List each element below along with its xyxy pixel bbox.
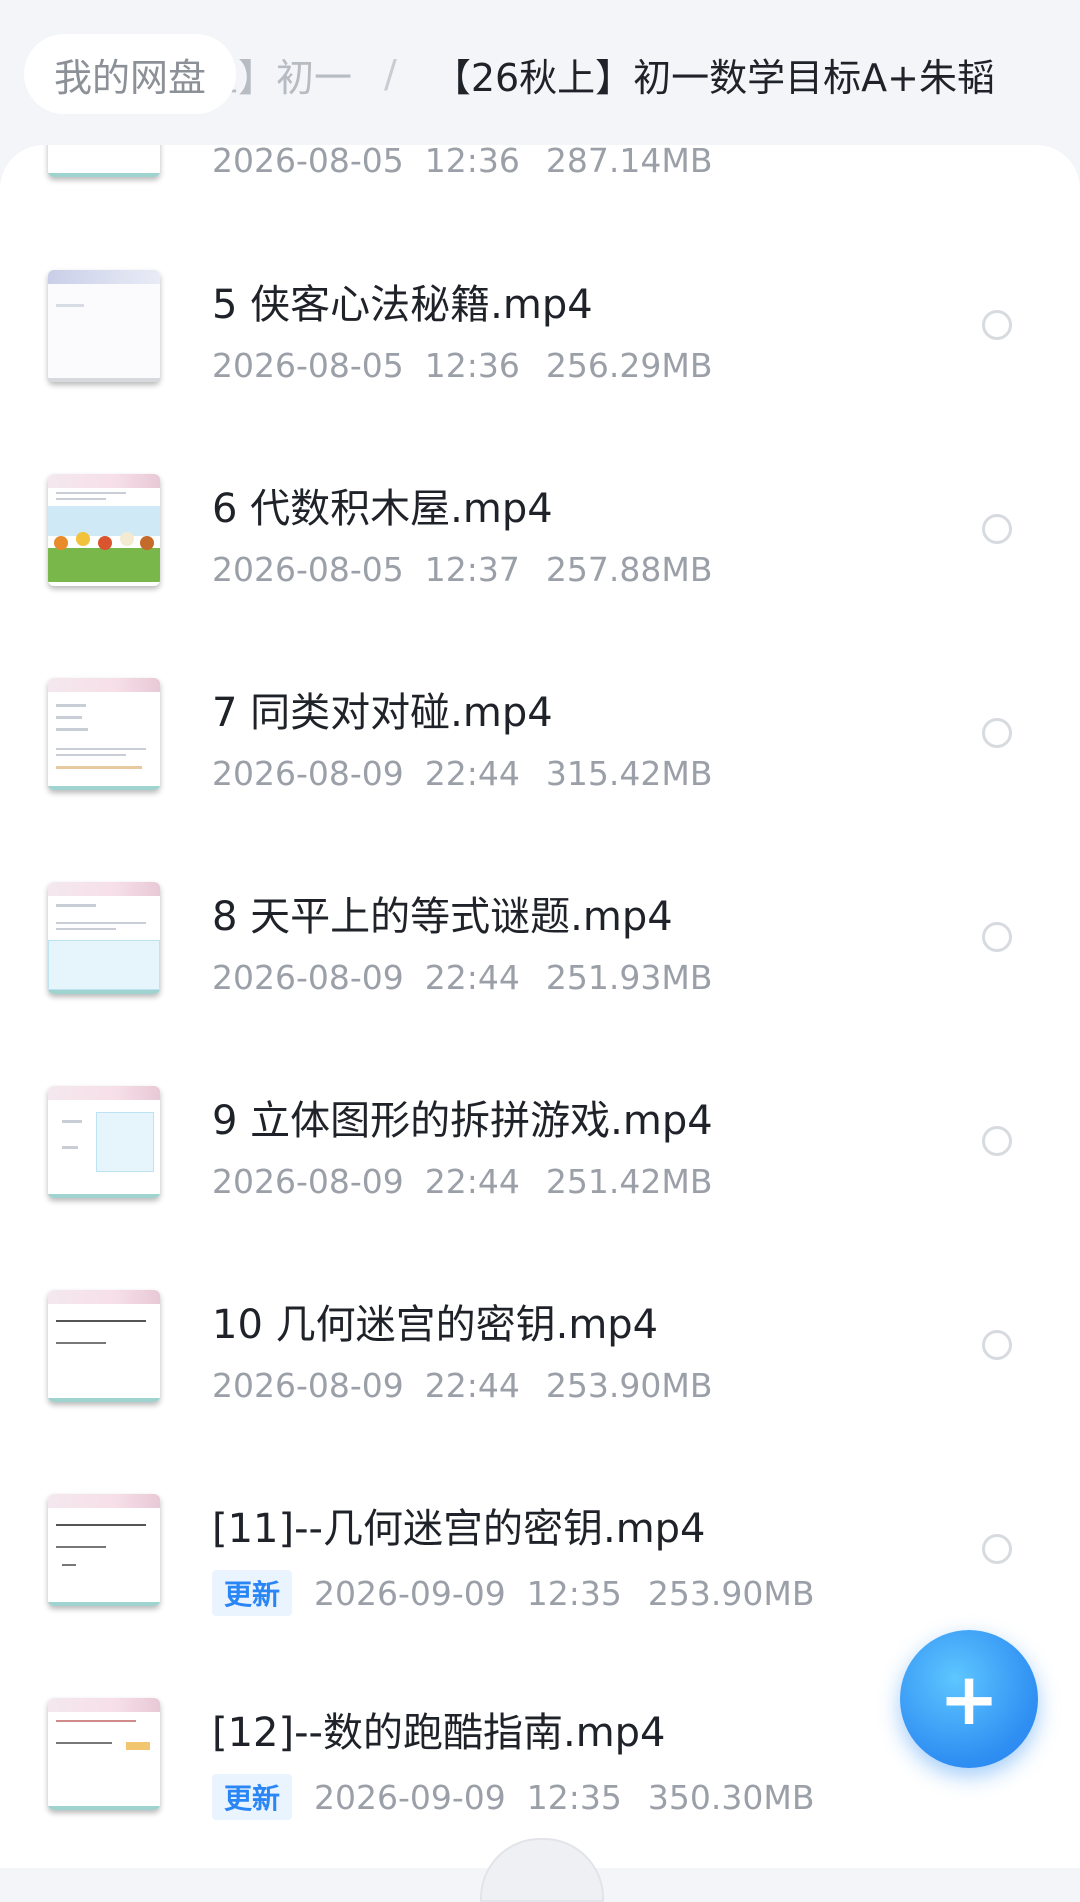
file-name: 8 天平上的等式谜题.mp4: [212, 894, 673, 940]
file-size: 251.93MB: [545, 958, 713, 997]
file-name: [11]--几何迷宫的密钥.mp4: [212, 1506, 706, 1552]
file-date: 2026-08-09: [212, 754, 404, 793]
select-radio[interactable]: [982, 1126, 1012, 1156]
file-time: 12:35: [526, 1573, 622, 1613]
video-thumbnail: [48, 678, 160, 790]
file-date: 2026-08-05: [212, 346, 404, 385]
select-radio[interactable]: [982, 718, 1012, 748]
video-thumbnail: [48, 1494, 160, 1606]
select-radio[interactable]: [982, 922, 1012, 952]
file-size: 315.42MB: [545, 754, 713, 793]
file-time: 12:36: [424, 145, 520, 180]
file-meta: 2026-08-09 22:44 253.90MB: [212, 1366, 712, 1405]
file-time: 12:36: [424, 346, 520, 385]
file-meta: 更新 2026-09-09 12:35 253.90MB: [212, 1570, 814, 1616]
file-meta: 更新 2026-09-09 12:35 350.30MB: [212, 1774, 814, 1820]
select-radio[interactable]: [982, 1534, 1012, 1564]
video-thumbnail: [48, 270, 160, 382]
file-name: 5 侠客心法秘籍.mp4: [212, 282, 593, 328]
breadcrumb-current-folder: 【26秋上】初一数学目标A+朱韬: [432, 55, 996, 100]
list-item[interactable]: 8 天平上的等式谜题.mp4 2026-08-09 22:44 251.93MB: [0, 882, 1080, 1086]
file-size: 350.30MB: [647, 1777, 815, 1817]
breadcrumb-root-label: 我的网盘: [54, 55, 207, 100]
file-date: 2026-09-09: [314, 1777, 506, 1817]
update-badge: 更新: [212, 1570, 293, 1616]
list-item[interactable]: 9 立体图形的拆拼游戏.mp4 2026-08-09 22:44 251.42M…: [0, 1086, 1080, 1290]
file-time: 22:44: [424, 1366, 520, 1405]
select-radio[interactable]: [982, 310, 1012, 340]
file-name: 10 几何迷宫的密钥.mp4: [212, 1302, 659, 1348]
file-date: 2026-08-05: [212, 145, 404, 180]
file-time: 12:35: [526, 1777, 622, 1817]
file-name: 6 代数积木屋.mp4: [212, 486, 553, 532]
file-date: 2026-08-09: [212, 1162, 404, 1201]
file-size: 251.42MB: [545, 1162, 713, 1201]
file-name: [12]--数的跑酷指南.mp4: [212, 1710, 666, 1756]
file-time: 12:37: [424, 550, 520, 589]
list-item[interactable]: 10 几何迷宫的密钥.mp4 2026-08-09 22:44 253.90MB: [0, 1290, 1080, 1494]
select-radio[interactable]: [982, 1330, 1012, 1360]
file-size: 253.90MB: [545, 1366, 713, 1405]
list-item[interactable]: 7 同类对对碰.mp4 2026-08-09 22:44 315.42MB: [0, 678, 1080, 882]
file-size: 253.90MB: [647, 1573, 815, 1613]
video-thumbnail: [48, 1290, 160, 1402]
file-date: 2026-08-09: [212, 958, 404, 997]
file-meta: 2026-08-05 12:36 287.14MB: [212, 145, 712, 180]
file-date: 2026-09-09: [314, 1573, 506, 1613]
file-meta: 2026-08-09 22:44 315.42MB: [212, 754, 712, 793]
video-thumbnail: [48, 1698, 160, 1810]
file-size: 256.29MB: [545, 346, 713, 385]
video-thumbnail: [48, 145, 160, 177]
select-radio[interactable]: [982, 514, 1012, 544]
file-meta: 2026-08-09 22:44 251.93MB: [212, 958, 712, 997]
file-name: 9 立体图形的拆拼游戏.mp4: [212, 1098, 713, 1144]
file-time: 22:44: [424, 1162, 520, 1201]
file-meta: 2026-08-05 12:36 256.29MB: [212, 346, 712, 385]
video-thumbnail: [48, 474, 160, 586]
file-size: 257.88MB: [545, 550, 713, 589]
file-name: 7 同类对对碰.mp4: [212, 690, 553, 736]
plus-icon: +: [938, 1657, 1000, 1741]
file-date: 2026-08-09: [212, 1366, 404, 1405]
video-thumbnail: [48, 882, 160, 994]
video-thumbnail: [48, 1086, 160, 1198]
breadcrumb-separator: /: [384, 52, 397, 96]
file-meta: 2026-08-09 22:44 251.42MB: [212, 1162, 712, 1201]
upload-fab-button[interactable]: +: [900, 1630, 1038, 1768]
file-size: 287.14MB: [545, 145, 713, 180]
list-item[interactable]: 6 代数积木屋.mp4 2026-08-05 12:37 257.88MB: [0, 474, 1080, 678]
update-badge: 更新: [212, 1774, 293, 1820]
breadcrumb: 上】初一 / 【26秋上】初一数学目标A+朱韬: [200, 34, 1080, 114]
file-time: 22:44: [424, 958, 520, 997]
list-item[interactable]: 2026-08-05 12:36 287.14MB: [0, 145, 1080, 269]
file-date: 2026-08-05: [212, 550, 404, 589]
file-list-panel: 2026-08-05 12:36 287.14MB 5 侠客心法秘籍.mp4 2…: [0, 145, 1080, 1868]
breadcrumb-root[interactable]: 我的网盘: [24, 34, 237, 114]
file-time: 22:44: [424, 754, 520, 793]
file-meta: 2026-08-05 12:37 257.88MB: [212, 550, 712, 589]
breadcrumb-bar: 我的网盘 上】初一 / 【26秋上】初一数学目标A+朱韬: [0, 0, 1080, 150]
list-item[interactable]: 5 侠客心法秘籍.mp4 2026-08-05 12:36 256.29MB: [0, 270, 1080, 474]
